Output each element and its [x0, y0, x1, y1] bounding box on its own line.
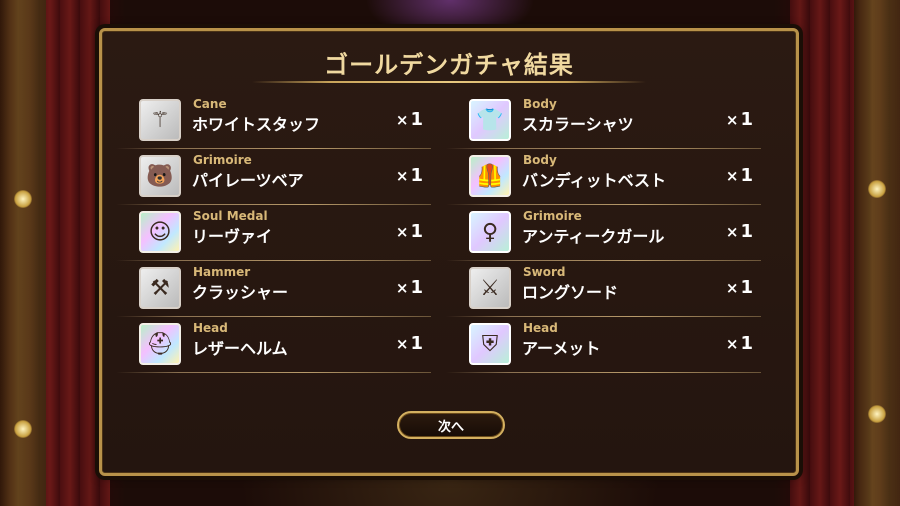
shirt-icon: 👕: [469, 99, 511, 141]
row-divider: [446, 148, 761, 149]
pirate-bear-icon: 🐻: [139, 155, 181, 197]
item-quantity: × 1: [725, 333, 753, 354]
item-quantity: × 1: [725, 165, 753, 186]
item-quantity: × 1: [395, 109, 423, 130]
row-divider: [446, 204, 761, 205]
item-name: クラッシャー: [192, 283, 289, 302]
item-category: Cane: [193, 97, 227, 111]
right-pillar: [854, 0, 900, 506]
next-button[interactable]: 次へ: [397, 411, 505, 439]
item-name: リーヴァイ: [192, 227, 273, 246]
item-category: Head: [523, 321, 558, 335]
vest-icon: 🦺: [469, 155, 511, 197]
helmet-icon: ⛑: [139, 323, 181, 365]
item-category: Sword: [523, 265, 566, 279]
item-quantity: × 1: [725, 109, 753, 130]
item-category: Head: [193, 321, 228, 335]
lamp-orb: [14, 420, 32, 438]
result-item[interactable]: 👕 Body スカラーシャツ × 1: [446, 97, 761, 151]
result-item[interactable]: ⚔ Sword ロングソード × 1: [446, 265, 761, 319]
item-name: バンディットベスト: [522, 171, 667, 190]
row-divider: [446, 372, 761, 373]
lamp-orb: [868, 180, 886, 198]
item-name: アンティークガール: [522, 227, 665, 246]
antique-girl-icon: ♀: [469, 211, 511, 253]
row-divider: [116, 316, 431, 317]
item-category: Body: [523, 153, 557, 167]
item-category: Hammer: [193, 265, 251, 279]
row-divider: [446, 316, 761, 317]
hammer-icon: ⚒: [139, 267, 181, 309]
result-item[interactable]: ♀ Grimoire アンティークガール × 1: [446, 209, 761, 263]
item-name: ホワイトスタッフ: [192, 115, 321, 134]
gacha-result-dialog: ゴールデンガチャ結果 ⚚ Cane ホワイトスタッフ × 1 🐻 Grimoire…: [99, 28, 799, 476]
sword-icon: ⚔: [469, 267, 511, 309]
item-name: レザーヘルム: [192, 339, 288, 358]
lamp-orb: [868, 405, 886, 423]
item-name: ロングソード: [522, 283, 619, 302]
result-item[interactable]: 🦺 Body バンディットベスト × 1: [446, 153, 761, 207]
result-item[interactable]: ⚚ Cane ホワイトスタッフ × 1: [116, 97, 431, 151]
row-divider: [116, 204, 431, 205]
result-item[interactable]: 🐻 Grimoire パイレーツベア × 1: [116, 153, 431, 207]
item-quantity: × 1: [395, 333, 423, 354]
result-item[interactable]: ⛑ Head レザーヘルム × 1: [116, 321, 431, 375]
item-quantity: × 1: [395, 277, 423, 298]
item-quantity: × 1: [725, 277, 753, 298]
row-divider: [116, 372, 431, 373]
result-item[interactable]: ⛨ Head アーメット × 1: [446, 321, 761, 375]
row-divider: [116, 148, 431, 149]
lamp-orb: [14, 190, 32, 208]
item-name: スカラーシャツ: [522, 115, 634, 134]
character-portrait-icon: ☺: [139, 211, 181, 253]
item-category: Grimoire: [523, 209, 582, 223]
item-quantity: × 1: [395, 165, 423, 186]
result-item[interactable]: ⚒ Hammer クラッシャー × 1: [116, 265, 431, 319]
staff-icon: ⚚: [139, 99, 181, 141]
item-name: パイレーツベア: [192, 171, 304, 190]
item-category: Soul Medal: [193, 209, 268, 223]
item-quantity: × 1: [395, 221, 423, 242]
item-name: アーメット: [522, 339, 601, 358]
result-item[interactable]: ☺ Soul Medal リーヴァイ × 1: [116, 209, 431, 263]
row-divider: [116, 260, 431, 261]
title-divider: [252, 81, 646, 83]
row-divider: [446, 260, 761, 261]
item-category: Grimoire: [193, 153, 252, 167]
item-quantity: × 1: [725, 221, 753, 242]
item-category: Body: [523, 97, 557, 111]
armet-icon: ⛨: [469, 323, 511, 365]
dialog-title: ゴールデンガチャ結果: [324, 51, 574, 79]
